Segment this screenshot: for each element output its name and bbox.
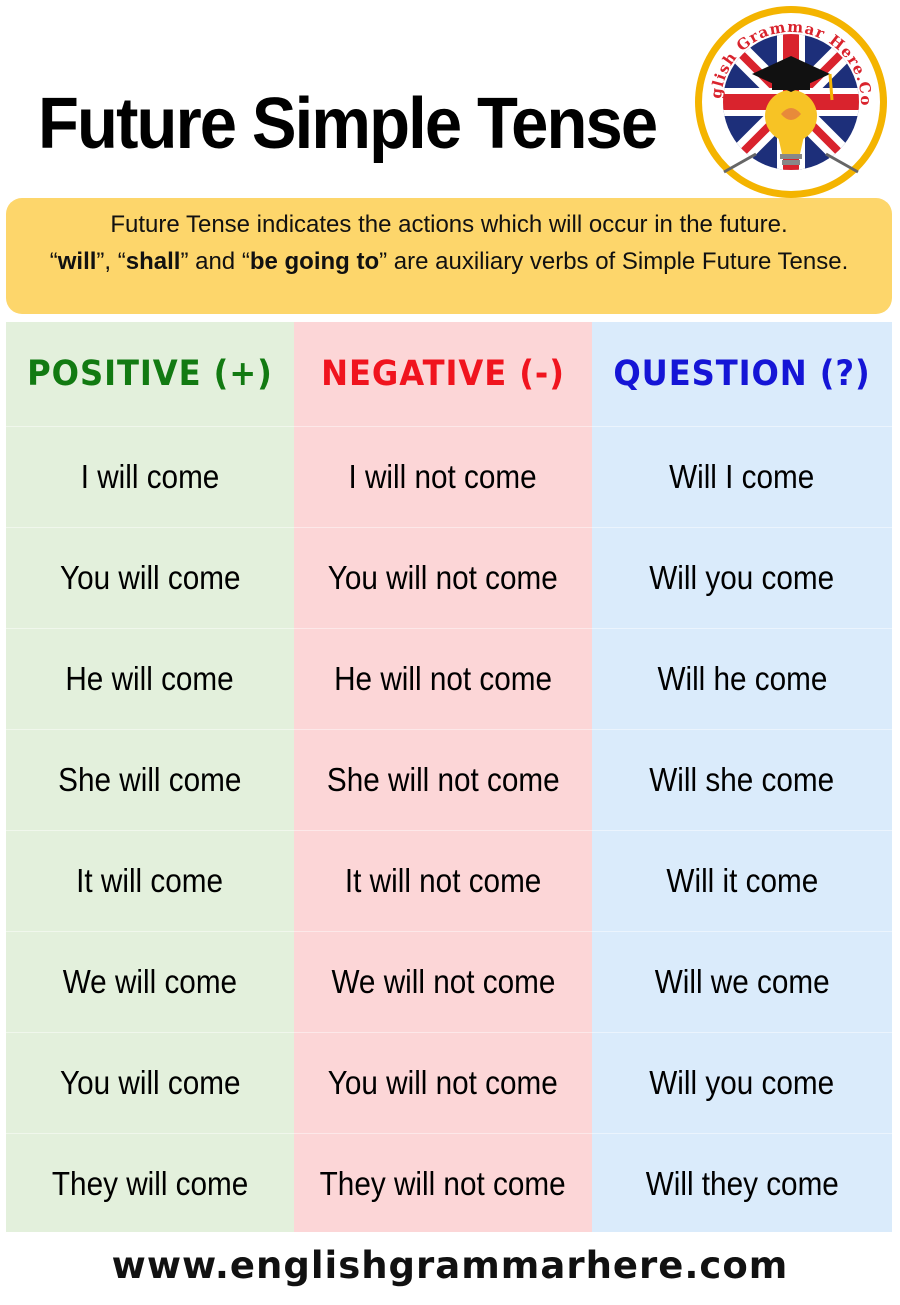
table-cell: He will come <box>6 628 294 729</box>
negative-column: NEGATIVE (-) I will not come You will no… <box>294 322 592 1232</box>
table-cell: Will she come <box>592 729 892 830</box>
table-cell: Will you come <box>592 1032 892 1133</box>
keyword-shall: shall <box>125 248 181 275</box>
keyword-be-going-to: be going to <box>249 248 380 275</box>
positive-column: POSITIVE (+) I will come You will come H… <box>6 322 294 1232</box>
table-cell: Will he come <box>592 628 892 729</box>
table-cell: It will come <box>6 830 294 931</box>
table-cell: You will not come <box>294 527 592 628</box>
table-cell: It will not come <box>294 830 592 931</box>
negative-header: NEGATIVE (-) <box>321 354 565 394</box>
table-cell: You will come <box>6 527 294 628</box>
table-cell: He will not come <box>294 628 592 729</box>
question-column: QUESTION (?) Will I come Will you come W… <box>592 322 892 1232</box>
table-cell: They will not come <box>294 1133 592 1234</box>
positive-header: POSITIVE (+) <box>27 354 273 394</box>
keyword-will: will <box>57 248 97 275</box>
definition-line-2: “will”, “shall” and “be going to” are au… <box>49 248 849 275</box>
table-cell: I will not come <box>294 426 592 527</box>
english-grammar-here-logo: English Grammar Here.Com <box>686 4 887 198</box>
table-cell: She will not come <box>294 729 592 830</box>
table-cell: You will come <box>6 1032 294 1133</box>
table-cell: Will it come <box>592 830 892 931</box>
table-cell: Will I come <box>592 426 892 527</box>
conjugation-table: POSITIVE (+) I will come You will come H… <box>6 322 892 1232</box>
table-cell: You will not come <box>294 1032 592 1133</box>
table-cell: I will come <box>6 426 294 527</box>
website-url: www.englishgrammarhere.com <box>111 1244 789 1287</box>
table-cell: We will not come <box>294 931 592 1032</box>
page-title: Future Simple Tense <box>38 84 658 164</box>
question-header: QUESTION (?) <box>613 354 871 394</box>
table-cell: They will come <box>6 1133 294 1234</box>
table-cell: We will come <box>6 931 294 1032</box>
table-cell: Will we come <box>592 931 892 1032</box>
table-cell: Will they come <box>592 1133 892 1234</box>
table-cell: Will you come <box>592 527 892 628</box>
table-cell: She will come <box>6 729 294 830</box>
definition-box: Future Tense indicates the actions which… <box>6 198 892 314</box>
definition-line-1: Future Tense indicates the actions which… <box>110 211 788 238</box>
